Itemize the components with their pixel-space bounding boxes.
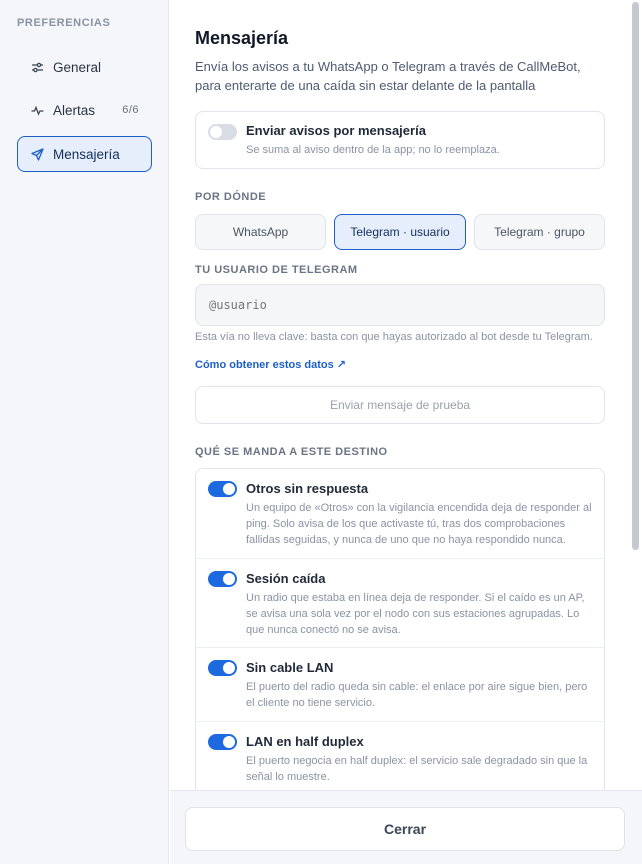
alert-toggle[interactable] (208, 660, 237, 676)
main-content: Mensajería Envía los avisos a tu WhatsAp… (170, 0, 630, 790)
help-link[interactable]: Cómo obtener estos datos ↗ (195, 358, 346, 371)
alert-description: El puerto negocia en half duplex: el ser… (246, 755, 588, 783)
sidebar-item-label: General (53, 59, 102, 75)
list-item: Sin cable LAN El puerto del radio queda … (196, 648, 604, 722)
list-item: LAN en half duplex El puerto negocia en … (196, 722, 604, 790)
telegram-hint: Esta vía no lleva clave: basta con que h… (195, 331, 593, 343)
channel-telegram-user-button[interactable]: Telegram · usuario (334, 214, 466, 250)
sidebar: PREFERENCIAS General Alertas 6/6 Mensaje… (0, 0, 169, 864)
alert-toggle[interactable] (208, 481, 237, 497)
alert-description: Un radio que estaba en línea deja de res… (246, 592, 585, 636)
dialog-footer: Cerrar (170, 790, 642, 864)
alert-toggle[interactable] (208, 734, 237, 750)
alert-title: Otros sin respuesta (246, 481, 369, 496)
enable-messaging-card: Enviar avisos por mensajería Se suma al … (195, 111, 605, 169)
alert-description: Un equipo de «Otros» con la vigilancia e… (246, 502, 592, 546)
sidebar-item-general[interactable]: General (17, 49, 152, 85)
alert-toggle[interactable] (208, 571, 237, 587)
sidebar-item-alertas[interactable]: Alertas 6/6 (17, 92, 152, 128)
alert-count-badge: 6/6 (122, 104, 139, 116)
sidebar-item-label: Alertas (53, 102, 96, 118)
sliders-icon (30, 60, 44, 74)
scrollbar-thumb[interactable] (632, 2, 639, 550)
alerts-list: Otros sin respuesta Un equipo de «Otros»… (195, 468, 605, 790)
channel-telegram-group-button[interactable]: Telegram · grupo (474, 214, 605, 250)
channel-section-label: POR DÓNDE (195, 191, 267, 203)
telegram-user-input[interactable] (195, 284, 605, 326)
alert-title: Sin cable LAN (246, 660, 334, 675)
alert-title: LAN en half duplex (246, 734, 364, 749)
list-item: Otros sin respuesta Un equipo de «Otros»… (196, 469, 604, 559)
enable-messaging-title: Enviar avisos por mensajería (246, 123, 426, 138)
telegram-user-label: TU USUARIO DE TELEGRAM (195, 264, 358, 276)
sidebar-title: PREFERENCIAS (17, 17, 111, 29)
page-description: Envía los avisos a tu WhatsApp o Telegra… (195, 59, 581, 93)
pulse-icon (30, 103, 44, 117)
close-button[interactable]: Cerrar (185, 807, 625, 851)
page-title: Mensajería (195, 28, 289, 48)
channel-whatsapp-button[interactable]: WhatsApp (195, 214, 326, 250)
sidebar-item-mensajeria[interactable]: Mensajería (17, 136, 152, 172)
list-item: Sesión caída Un radio que estaba en líne… (196, 559, 604, 648)
send-icon (30, 147, 44, 161)
enable-messaging-toggle[interactable] (208, 124, 237, 140)
alert-title: Sesión caída (246, 571, 326, 586)
enable-messaging-subtitle: Se suma al aviso dentro de la app; no lo… (246, 144, 500, 156)
sidebar-item-label: Mensajería (53, 146, 120, 162)
send-test-button[interactable]: Enviar mensaje de prueba (195, 386, 605, 424)
destination-section-label: QUÉ SE MANDA A ESTE DESTINO (195, 446, 388, 458)
alert-description: El puerto del radio queda sin cable: el … (246, 681, 588, 709)
preferences-dialog: PREFERENCIAS General Alertas 6/6 Mensaje… (0, 0, 642, 864)
